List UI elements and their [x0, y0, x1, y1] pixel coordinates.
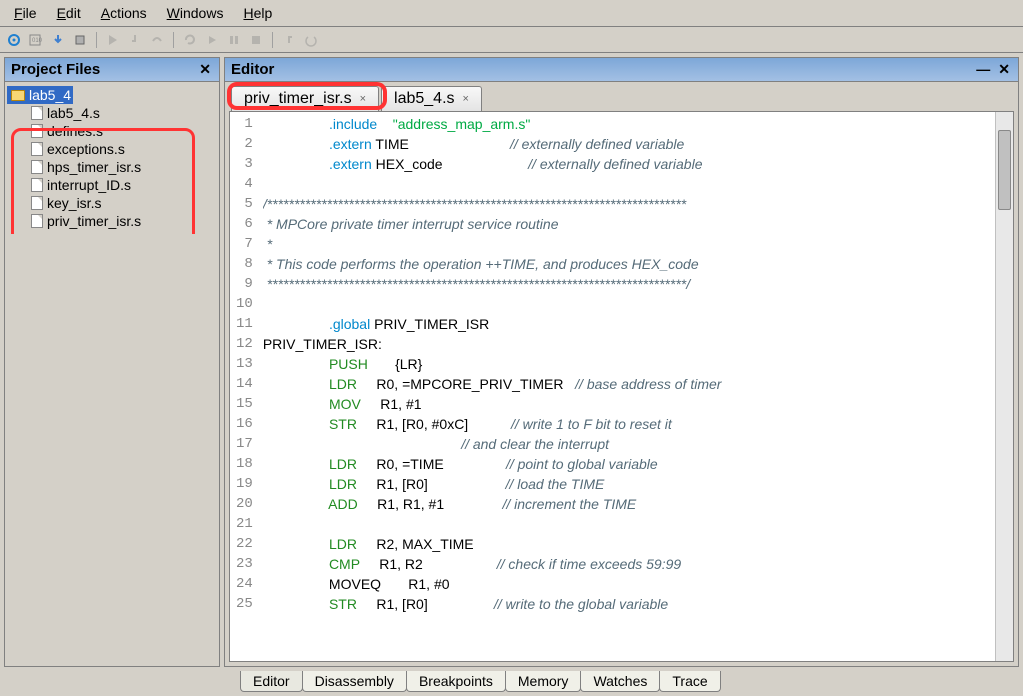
- editor-tabs: priv_timer_isr.s × lab5_4.s ×: [225, 82, 1018, 111]
- close-icon[interactable]: ✕: [197, 61, 213, 78]
- project-header: Project Files ✕: [5, 58, 219, 82]
- download-icon[interactable]: [50, 32, 66, 48]
- binary-icon[interactable]: 010: [28, 32, 44, 48]
- chip-icon[interactable]: [72, 32, 88, 48]
- file-icon: [31, 196, 43, 210]
- project-files-panel: Project Files ✕ lab5_4 lab5_4.s defines.s…: [4, 57, 220, 667]
- tree-file[interactable]: lab5_4.s: [7, 104, 217, 122]
- file-icon: [31, 178, 43, 192]
- stop-icon[interactable]: [248, 32, 264, 48]
- step-out-icon[interactable]: [281, 32, 297, 48]
- step-over-icon[interactable]: [149, 32, 165, 48]
- project-title: Project Files: [11, 61, 100, 78]
- project-tree: lab5_4 lab5_4.s defines.s exceptions.s hps_…: [5, 82, 219, 234]
- gear-icon[interactable]: [6, 32, 22, 48]
- scroll-thumb[interactable]: [998, 130, 1011, 210]
- bottom-tab-editor[interactable]: Editor: [240, 671, 303, 692]
- editor-header: Editor — ✕: [225, 58, 1018, 82]
- menu-bar: File Edit Actions Windows Help: [0, 0, 1023, 27]
- editor-panel: Editor — ✕ priv_timer_isr.s × lab5_4.s ×…: [224, 57, 1019, 667]
- menu-file[interactable]: File: [4, 2, 47, 24]
- tree-file[interactable]: exceptions.s: [7, 140, 217, 158]
- menu-windows[interactable]: Windows: [157, 2, 234, 24]
- tree-file-label: hps_timer_isr.s: [47, 159, 141, 175]
- tab-close-icon[interactable]: ×: [360, 93, 366, 105]
- play-icon[interactable]: [204, 32, 220, 48]
- file-icon: [31, 124, 43, 138]
- refresh-icon[interactable]: [303, 32, 319, 48]
- menu-actions[interactable]: Actions: [91, 2, 157, 24]
- bottom-tab-breakpoints[interactable]: Breakpoints: [406, 671, 506, 692]
- separator: [272, 32, 273, 48]
- pause-icon[interactable]: [226, 32, 242, 48]
- tree-file-label: exceptions.s: [47, 141, 125, 157]
- tree-root[interactable]: lab5_4: [7, 86, 73, 104]
- folder-icon: [11, 90, 25, 101]
- code-editor[interactable]: 1234567891011121314151617181920212223242…: [229, 111, 1014, 662]
- step-into-icon[interactable]: [127, 32, 143, 48]
- bottom-tabs: Editor Disassembly Breakpoints Memory Wa…: [0, 671, 1023, 696]
- tree-file[interactable]: key_isr.s: [7, 194, 217, 212]
- tab-close-icon[interactable]: ×: [463, 93, 469, 105]
- line-gutter: 1234567891011121314151617181920212223242…: [230, 112, 263, 661]
- editor-title: Editor: [231, 61, 274, 78]
- tab-label: priv_timer_isr.s: [244, 90, 352, 108]
- code-content[interactable]: .include "address_map_arm.s" .extern TIM…: [263, 112, 1013, 661]
- file-icon: [31, 214, 43, 228]
- file-icon: [31, 160, 43, 174]
- tree-file-label: defines.s: [47, 123, 103, 139]
- file-icon: [31, 142, 43, 156]
- file-icon: [31, 106, 43, 120]
- tree-file-label: interrupt_ID.s: [47, 177, 131, 193]
- bottom-tab-trace[interactable]: Trace: [659, 671, 720, 692]
- close-icon[interactable]: ✕: [996, 61, 1012, 78]
- bottom-tab-disassembly[interactable]: Disassembly: [302, 671, 407, 692]
- tree-file[interactable]: defines.s: [7, 122, 217, 140]
- separator: [96, 32, 97, 48]
- toolbar: 010: [0, 27, 1023, 53]
- tree-file-label: key_isr.s: [47, 195, 101, 211]
- minimize-icon[interactable]: —: [974, 61, 992, 78]
- tree-file-label: priv_timer_isr.s: [47, 213, 141, 229]
- tab-label: lab5_4.s: [394, 90, 455, 108]
- menu-edit[interactable]: Edit: [47, 2, 91, 24]
- tree-root-label: lab5_4: [29, 87, 71, 103]
- tree-file[interactable]: priv_timer_isr.s: [7, 212, 217, 230]
- restart-icon[interactable]: [182, 32, 198, 48]
- bottom-tab-watches[interactable]: Watches: [580, 671, 660, 692]
- vertical-scrollbar[interactable]: [995, 112, 1013, 661]
- tree-file-label: lab5_4.s: [47, 105, 100, 121]
- menu-help[interactable]: Help: [233, 2, 282, 24]
- separator: [173, 32, 174, 48]
- svg-text:010: 010: [32, 38, 43, 44]
- tab-lab5-4[interactable]: lab5_4.s ×: [381, 86, 482, 111]
- bottom-tab-memory[interactable]: Memory: [505, 671, 582, 692]
- tree-file[interactable]: hps_timer_isr.s: [7, 158, 217, 176]
- tree-file[interactable]: interrupt_ID.s: [7, 176, 217, 194]
- tab-priv-timer-isr[interactable]: priv_timer_isr.s ×: [231, 86, 379, 111]
- run-icon[interactable]: [105, 32, 121, 48]
